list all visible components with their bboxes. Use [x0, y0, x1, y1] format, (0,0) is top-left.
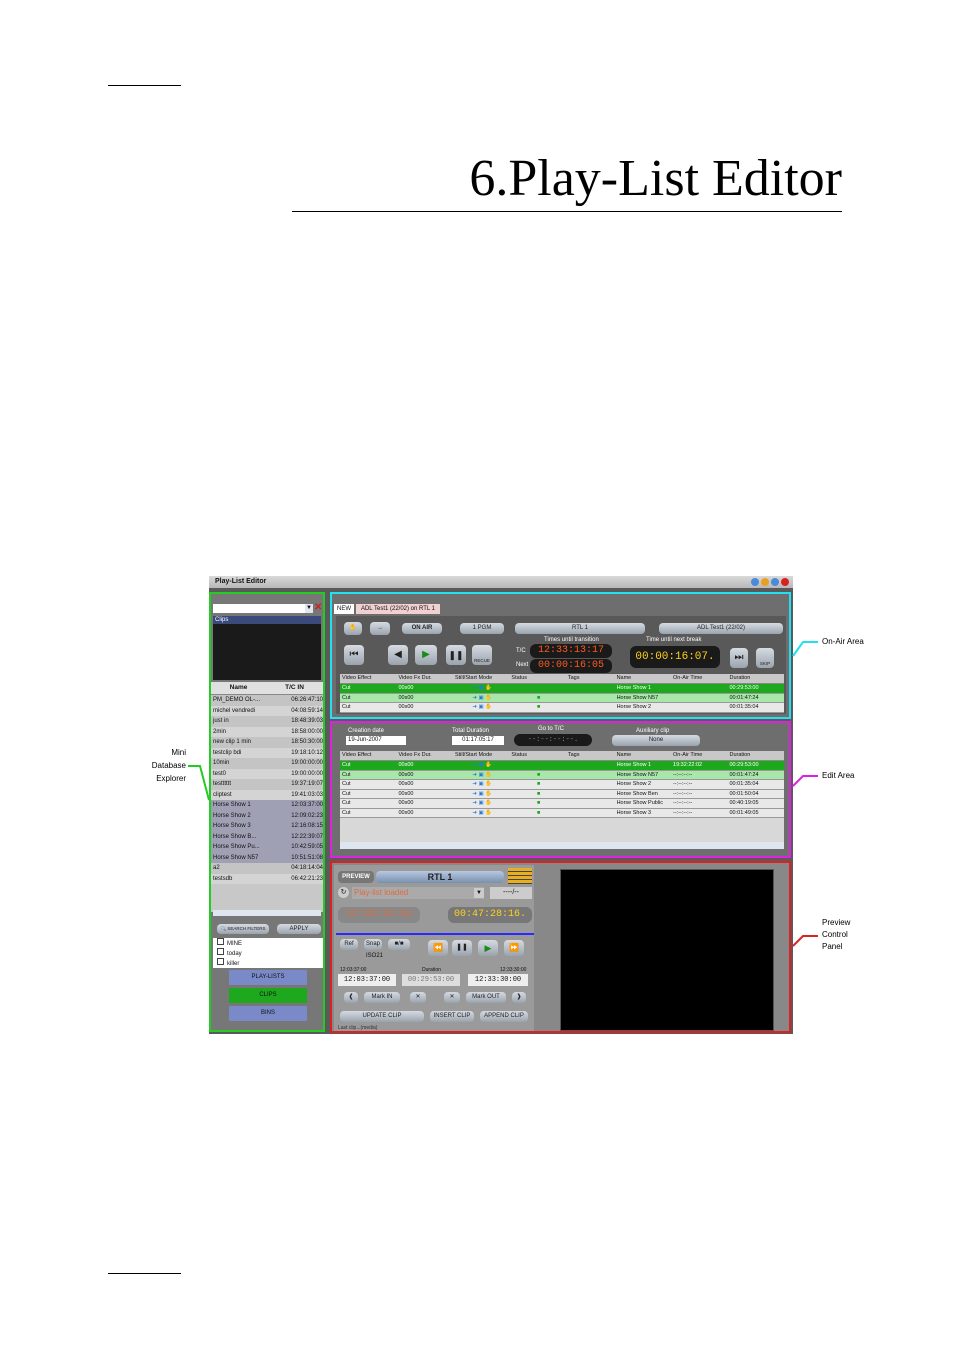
callout-explorer-2: Database: [151, 761, 186, 770]
callout-onair: On-Air Area: [822, 637, 864, 646]
callout-line-edit: [792, 775, 818, 787]
callout-preview-3: Panel: [822, 942, 843, 951]
callout-edit: Edit Area: [822, 771, 855, 780]
callout-line-explorer: [188, 765, 210, 801]
callout-lines: [188, 641, 818, 947]
callout-line-onair: [792, 641, 818, 657]
callout-explorer-3: Explorer: [156, 774, 186, 783]
callout-line-preview: [792, 935, 818, 947]
callout-preview-2: Control: [822, 930, 848, 939]
callout-preview-1: Preview: [822, 918, 851, 927]
callout-explorer-1: Mini: [171, 748, 186, 757]
